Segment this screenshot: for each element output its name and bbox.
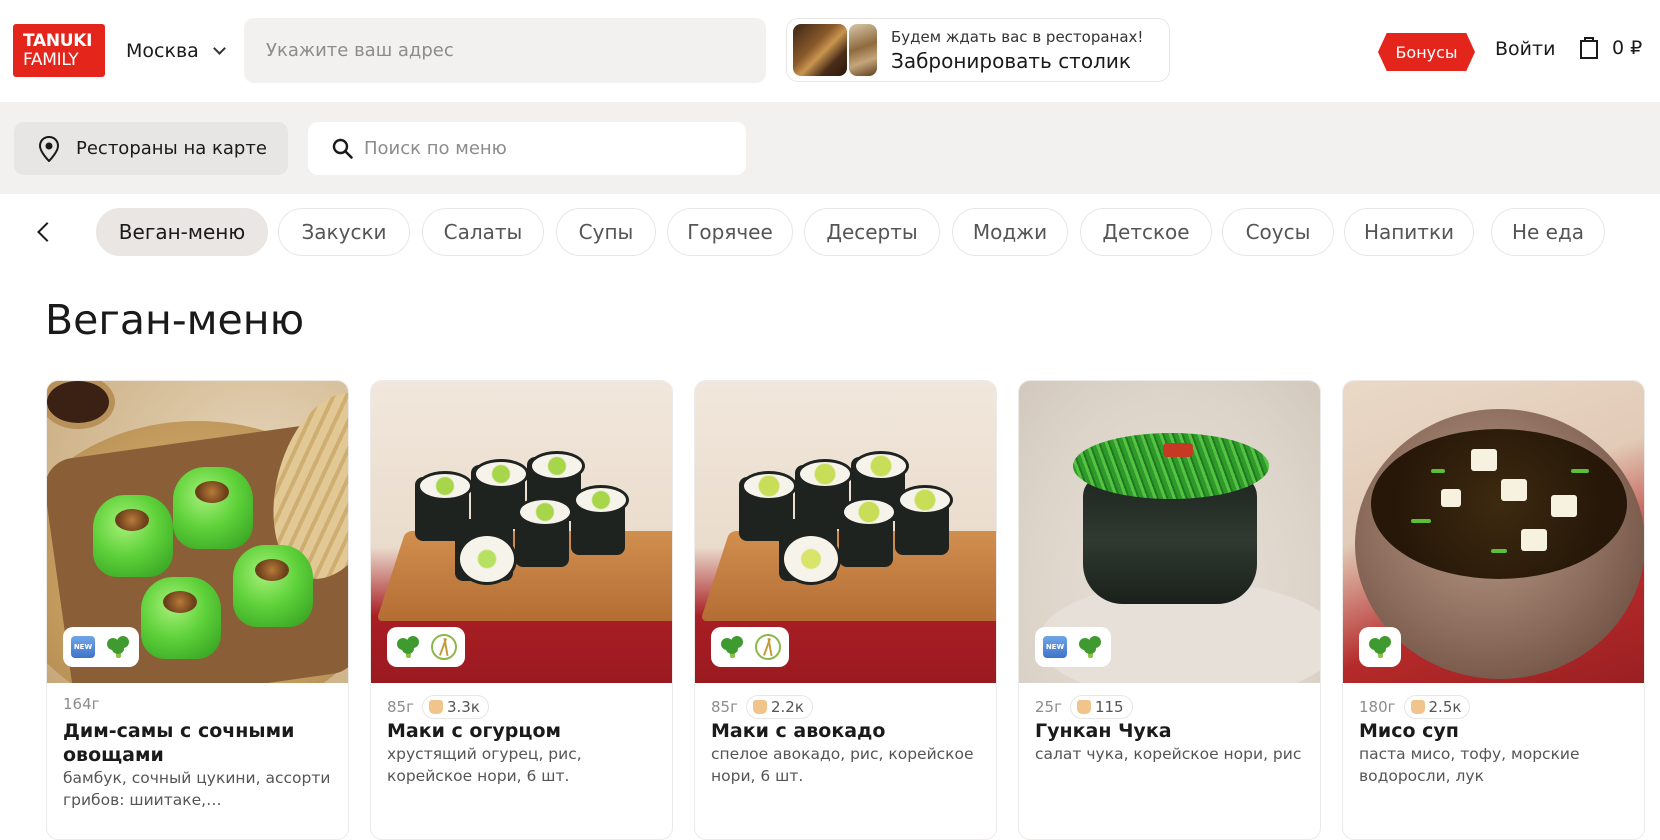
product-meta: 164г xyxy=(63,695,100,713)
product-meta: 85г 2.2к xyxy=(711,695,813,719)
rating-value: 3.3к xyxy=(446,698,480,716)
chopsticks-icon xyxy=(755,634,781,660)
product-rating: 3.3к xyxy=(421,695,489,719)
thumbs-up-icon xyxy=(428,700,443,714)
reserve-table-banner[interactable]: Будем ждать вас в ресторанах! Заброниров… xyxy=(786,18,1170,82)
category-chip-drinks[interactable]: Напитки xyxy=(1344,208,1474,256)
category-chip-sauces[interactable]: Соусы xyxy=(1222,208,1334,256)
product-badges: NEW xyxy=(1035,627,1111,667)
product-image xyxy=(371,381,672,683)
location-pin-icon xyxy=(38,135,60,162)
product-name: Маки с авокадо xyxy=(711,720,886,742)
login-button[interactable]: Войти xyxy=(1495,38,1555,60)
reserve-subtitle: Будем ждать вас в ресторанах! xyxy=(891,27,1144,46)
chevron-down-icon xyxy=(212,41,226,55)
product-badges xyxy=(711,627,789,667)
product-description: салат чука, корейское нори, рис xyxy=(1035,745,1302,763)
restaurant-photo-1 xyxy=(793,24,847,76)
bag-icon xyxy=(1580,37,1598,59)
product-card[interactable]: 180г 2.5к Мисо суп паста мисо, тофу, мор… xyxy=(1342,380,1645,840)
broccoli-icon xyxy=(1077,634,1103,660)
product-image xyxy=(1343,381,1644,683)
product-badges xyxy=(1359,627,1401,667)
product-weight: 85г xyxy=(711,698,738,716)
product-badges xyxy=(387,627,465,667)
restaurant-photos xyxy=(793,24,877,76)
chevron-left-icon[interactable] xyxy=(30,219,56,245)
thumbs-up-icon xyxy=(752,700,767,714)
thumbs-up-icon xyxy=(1410,700,1425,714)
logo-line-2: FAMILY xyxy=(23,49,79,70)
product-card[interactable]: NEW 164г Дим-самы с сочными овощами бамб… xyxy=(46,380,349,840)
bonus-button[interactable]: Бонусы xyxy=(1378,33,1475,71)
category-chip-salads[interactable]: Салаты xyxy=(422,208,544,256)
menu-search-input[interactable] xyxy=(364,138,744,159)
new-icon: NEW xyxy=(1043,636,1067,658)
logo[interactable]: TANUKI FAMILY xyxy=(13,24,105,77)
product-rating: 2.2к xyxy=(745,695,813,719)
product-weight: 164г xyxy=(63,695,100,713)
product-description: бамбук, сочный цукини, ассорти грибов: ш… xyxy=(63,769,331,809)
category-chip-hot[interactable]: Горячее xyxy=(667,208,793,256)
product-weight: 25г xyxy=(1035,698,1062,716)
product-description: хрустящий огурец, рис, корейское нори, 6… xyxy=(387,745,582,785)
product-description: спелое авокадо, рис, корейское нори, 6 ш… xyxy=(711,745,974,785)
broccoli-icon xyxy=(1367,634,1393,660)
cart-button[interactable]: 0 ₽ xyxy=(1578,36,1642,60)
category-bar: Веган-меню Закуски Салаты Супы Горячее Д… xyxy=(0,206,1660,258)
product-badges: NEW xyxy=(63,627,139,667)
product-rating: 115 xyxy=(1069,695,1133,719)
chopsticks-icon xyxy=(431,634,457,660)
product-card[interactable]: 85г 2.2к Маки с авокадо спелое авокадо, … xyxy=(694,380,997,840)
broccoli-icon xyxy=(105,634,131,660)
category-chip-soups[interactable]: Супы xyxy=(556,208,656,256)
restaurant-photo-2 xyxy=(849,24,877,76)
thumbs-up-icon xyxy=(1076,700,1091,714)
page-title: Веган-меню xyxy=(45,296,305,344)
restaurants-map-label: Рестораны на карте xyxy=(76,138,267,159)
product-rating: 2.5к xyxy=(1403,695,1471,719)
category-chip-kids[interactable]: Детское xyxy=(1080,208,1212,256)
category-chip-desserts[interactable]: Десерты xyxy=(804,208,940,256)
reserve-title: Забронировать столик xyxy=(891,48,1131,73)
broccoli-icon xyxy=(395,634,421,660)
product-description: паста мисо, тофу, морские водоросли, лук xyxy=(1359,745,1580,785)
subbar: Рестораны на карте xyxy=(0,102,1660,194)
product-image: NEW xyxy=(47,381,348,683)
product-weight: 85г xyxy=(387,698,414,716)
product-meta: 85г 3.3к xyxy=(387,695,489,719)
product-image xyxy=(695,381,996,683)
product-name: Мисо суп xyxy=(1359,720,1459,742)
product-meta: 25г 115 xyxy=(1035,695,1133,719)
search-icon xyxy=(332,138,353,159)
category-chip-snacks[interactable]: Закуски xyxy=(278,208,410,256)
product-card[interactable]: NEW 25г 115 Гункан Чука салат чука, коре… xyxy=(1018,380,1321,840)
city-selector[interactable]: Москва xyxy=(126,38,226,64)
product-weight: 180г xyxy=(1359,698,1396,716)
rating-value: 115 xyxy=(1094,698,1124,716)
rating-value: 2.2к xyxy=(770,698,804,716)
cart-total: 0 ₽ xyxy=(1612,37,1643,59)
category-chip-mochi[interactable]: Моджи xyxy=(952,208,1068,256)
menu-search[interactable] xyxy=(308,122,746,175)
new-icon: NEW xyxy=(71,636,95,658)
category-chip-vegan[interactable]: Веган-меню xyxy=(96,208,268,256)
product-name: Гункан Чука xyxy=(1035,720,1172,742)
category-chip-non-food[interactable]: Не еда xyxy=(1491,208,1605,256)
city-label: Москва xyxy=(126,40,199,62)
product-name: Маки с огурцом xyxy=(387,720,562,742)
logo-line-1: TANUKI xyxy=(23,30,93,51)
product-meta: 180г 2.5к xyxy=(1359,695,1471,719)
restaurants-map-button[interactable]: Рестораны на карте xyxy=(14,122,288,175)
header: TANUKI FAMILY Москва Будем ждать вас в р… xyxy=(0,0,1660,102)
product-image: NEW xyxy=(1019,381,1320,683)
broccoli-icon xyxy=(719,634,745,660)
address-input[interactable] xyxy=(244,18,766,83)
product-card[interactable]: 85г 3.3к Маки с огурцом хрустящий огурец… xyxy=(370,380,673,840)
rating-value: 2.5к xyxy=(1428,698,1462,716)
product-name: Дим-самы с сочными овощами xyxy=(63,720,295,766)
